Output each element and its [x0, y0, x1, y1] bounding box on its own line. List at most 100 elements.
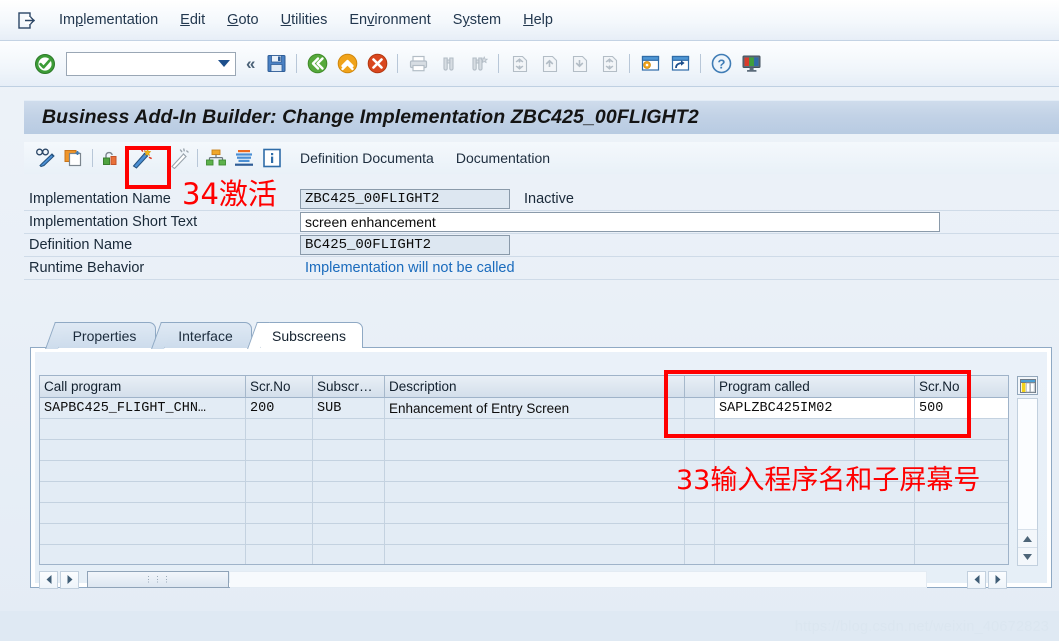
- table-cell[interactable]: [385, 419, 685, 440]
- cell-called-scr-no[interactable]: 500: [915, 398, 1008, 419]
- menu-item-edit[interactable]: Edit: [169, 10, 216, 30]
- table-cell[interactable]: [313, 503, 385, 524]
- table-cell[interactable]: [385, 524, 685, 545]
- column-header-call-program[interactable]: Call program: [40, 376, 246, 398]
- table-cell[interactable]: [313, 461, 385, 482]
- table-row[interactable]: SAPBC425_FLIGHT_CHN… 200 SUB Enhancement…: [40, 398, 1008, 419]
- table-cell[interactable]: [313, 419, 385, 440]
- scroll-down-arrow-icon[interactable]: [1018, 547, 1037, 565]
- table-cell[interactable]: [313, 545, 385, 564]
- table-cell[interactable]: [385, 503, 685, 524]
- table-cell[interactable]: [385, 440, 685, 461]
- cell-program-called[interactable]: SAPLZBC425IM02: [715, 398, 915, 419]
- table-cell[interactable]: [40, 545, 246, 564]
- tab-subscreens[interactable]: Subscreens: [260, 322, 363, 348]
- cell-scr-no[interactable]: 200: [246, 398, 313, 419]
- customize-local-layout-icon[interactable]: [737, 50, 765, 78]
- table-cell[interactable]: [715, 503, 915, 524]
- scroll-up-arrow-icon[interactable]: [1018, 529, 1037, 547]
- column-header-spacer[interactable]: [685, 376, 715, 398]
- tab-properties[interactable]: Properties: [58, 322, 156, 348]
- table-cell[interactable]: [40, 524, 246, 545]
- table-cell[interactable]: [385, 545, 685, 564]
- table-cell[interactable]: [246, 545, 313, 564]
- table-cell[interactable]: [685, 419, 715, 440]
- column-settings-icon[interactable]: [1017, 376, 1038, 395]
- table-cell[interactable]: [385, 482, 685, 503]
- table-row[interactable]: [40, 545, 1008, 564]
- table-cell[interactable]: [313, 440, 385, 461]
- menu-item-implementation[interactable]: Implementation: [48, 10, 169, 30]
- menu-item-system[interactable]: System: [442, 10, 512, 30]
- table-cell[interactable]: [685, 503, 715, 524]
- table-cell[interactable]: [685, 524, 715, 545]
- column-header-scr-no[interactable]: Scr.No: [246, 376, 313, 398]
- column-header-called-scr-no[interactable]: Scr.No: [915, 376, 1008, 398]
- chevron-down-icon[interactable]: [218, 60, 230, 67]
- table-cell[interactable]: [246, 503, 313, 524]
- tab-interface[interactable]: Interface: [164, 322, 252, 348]
- definition-name-field[interactable]: BC425_00FLIGHT2: [300, 235, 510, 255]
- short-text-field[interactable]: screen enhancement: [300, 212, 940, 232]
- cell-description[interactable]: Enhancement of Entry Screen: [385, 398, 685, 419]
- table-cell[interactable]: [715, 524, 915, 545]
- implementation-name-field[interactable]: ZBC425_00FLIGHT2: [300, 189, 510, 209]
- table-cell[interactable]: [313, 524, 385, 545]
- cancel-red-x-icon[interactable]: [363, 50, 391, 78]
- copy-implementation-icon[interactable]: [60, 145, 88, 171]
- table-cell[interactable]: [915, 503, 1008, 524]
- table-cell[interactable]: [40, 419, 246, 440]
- table-scroll-left-arrow-icon[interactable]: [967, 570, 986, 589]
- table-vertical-scrollbar[interactable]: [1017, 398, 1038, 566]
- table-cell[interactable]: [40, 440, 246, 461]
- column-header-description[interactable]: Description: [385, 376, 685, 398]
- table-row[interactable]: [40, 524, 1008, 545]
- table-row[interactable]: [40, 503, 1008, 524]
- table-cell[interactable]: [40, 482, 246, 503]
- documentation-button[interactable]: Documentation: [448, 149, 558, 167]
- table-cell[interactable]: [915, 419, 1008, 440]
- table-cell[interactable]: [40, 461, 246, 482]
- hierarchy-icon[interactable]: [202, 145, 230, 171]
- table-row[interactable]: [40, 419, 1008, 440]
- cell-spacer[interactable]: [685, 398, 715, 419]
- table-scroll-right-arrow-icon[interactable]: [988, 570, 1007, 589]
- menu-item-utilities[interactable]: Utilities: [270, 10, 339, 30]
- table-cell[interactable]: [246, 482, 313, 503]
- exit-doorway-icon[interactable]: [16, 10, 36, 30]
- table-cell[interactable]: [246, 461, 313, 482]
- help-question-icon[interactable]: ?: [707, 50, 735, 78]
- green-check-enter-icon[interactable]: [34, 53, 56, 75]
- table-horizontal-scrollbar[interactable]: ⋮⋮⋮: [39, 570, 1009, 589]
- info-icon[interactable]: [258, 145, 286, 171]
- cell-subscreen-area[interactable]: SUB: [313, 398, 385, 419]
- scroll-right-arrow-icon[interactable]: [60, 570, 79, 589]
- table-cell[interactable]: [313, 482, 385, 503]
- create-shortcut-icon[interactable]: [666, 50, 694, 78]
- table-cell[interactable]: [246, 440, 313, 461]
- lock-object-icon[interactable]: [97, 145, 125, 171]
- table-cell[interactable]: [246, 524, 313, 545]
- create-session-icon[interactable]: [636, 50, 664, 78]
- table-cell[interactable]: [685, 545, 715, 564]
- table-cell[interactable]: [246, 419, 313, 440]
- column-header-subscreen-area[interactable]: Subscr…: [313, 376, 385, 398]
- column-header-program-called[interactable]: Program called: [715, 376, 915, 398]
- display-change-glasses-pencil-icon[interactable]: [32, 145, 60, 171]
- horizontal-scroll-thumb[interactable]: ⋮⋮⋮: [87, 571, 229, 588]
- activate-magic-wand-icon[interactable]: [127, 145, 155, 171]
- menu-item-environment[interactable]: Environment: [338, 10, 441, 30]
- back-green-arrow-icon[interactable]: [303, 50, 331, 78]
- table-cell[interactable]: [915, 524, 1008, 545]
- save-icon[interactable]: [262, 50, 290, 78]
- double-chevron-left-icon[interactable]: «: [246, 54, 255, 74]
- menu-item-goto[interactable]: Goto: [216, 10, 269, 30]
- definition-documentation-button[interactable]: Definition Documenta: [292, 149, 442, 167]
- table-cell[interactable]: [40, 503, 246, 524]
- command-field[interactable]: [66, 51, 236, 76]
- table-cell[interactable]: [715, 419, 915, 440]
- deactivate-wand-icon[interactable]: [165, 145, 193, 171]
- menu-item-help[interactable]: Help: [512, 10, 564, 30]
- table-cell[interactable]: [915, 545, 1008, 564]
- table-cell[interactable]: [715, 545, 915, 564]
